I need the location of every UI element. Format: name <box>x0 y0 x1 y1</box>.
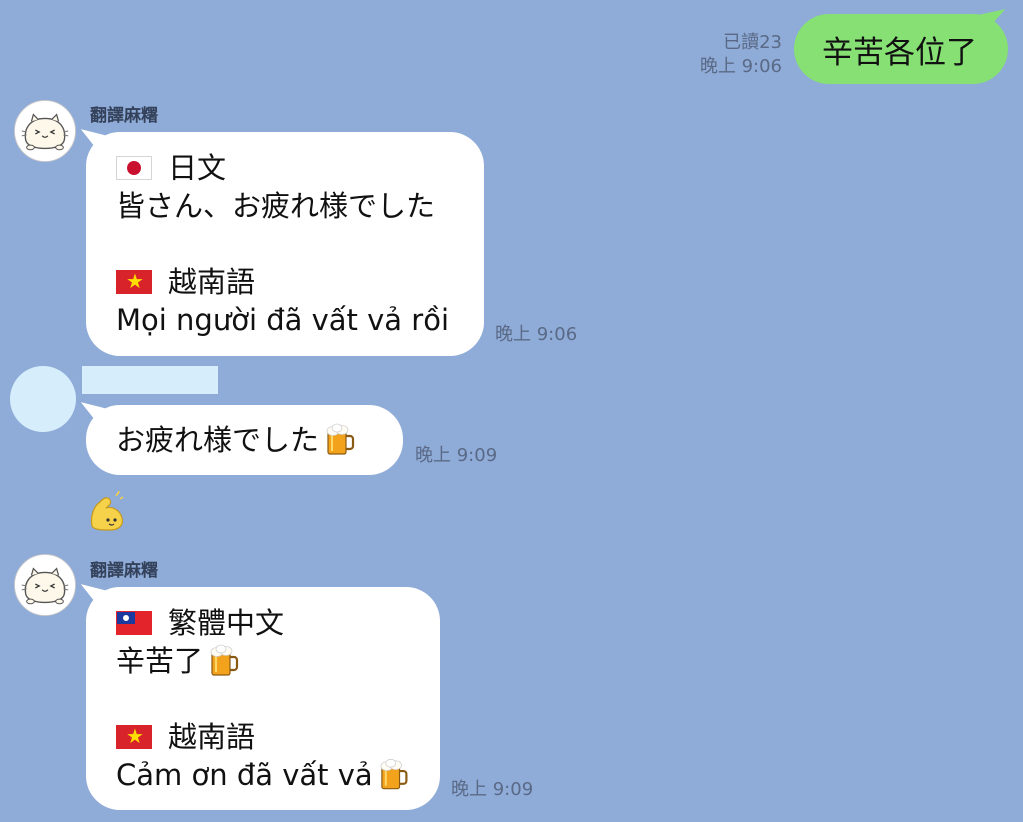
outgoing-message-time: 晚上 9:06 <box>699 56 782 77</box>
translated-text: 辛苦了 <box>116 644 204 678</box>
sender-name-redacted <box>82 366 218 394</box>
taiwan-flag-icon <box>116 611 152 635</box>
read-receipt: 已讀23 <box>723 32 782 53</box>
flexing-biceps-sticker[interactable] <box>86 490 130 538</box>
translated-text: Mọi người đã vất vả rồi <box>116 303 450 337</box>
incoming-message-bubble[interactable]: お疲れ様でした <box>86 405 403 475</box>
vietnam-flag-icon <box>116 725 152 749</box>
translation-message-bubble[interactable]: 日文 皆さん、お疲れ様でした 越南語 Mọi người đã vất vả r… <box>86 132 484 356</box>
message-time: 晚上 9:06 <box>495 324 578 345</box>
beer-mug-icon <box>207 644 241 678</box>
avatar-hidden-user[interactable] <box>10 366 76 432</box>
translation-text-line: Mọi người đã vất vả rồi <box>116 301 454 339</box>
language-label: 繁體中文 <box>168 606 285 640</box>
vietnam-flag-icon <box>116 270 152 294</box>
beer-mug-icon <box>377 758 410 792</box>
translated-text: 皆さん、お疲れ様でした <box>116 189 436 223</box>
message-time: 晚上 9:09 <box>415 445 498 466</box>
outgoing-message-bubble[interactable]: 辛苦各位了 <box>794 14 1008 84</box>
sender-name: 翻譯麻糬 <box>90 106 158 126</box>
sender-name: 翻譯麻糬 <box>90 561 158 581</box>
outgoing-message-meta: 已讀23 晚上 9:06 <box>680 31 782 79</box>
mochi-cat-icon <box>15 555 75 615</box>
translation-language-line: 越南語 <box>116 263 454 301</box>
translated-text: Cảm ơn đã vất vả <box>116 758 373 792</box>
message-time: 晚上 9:09 <box>451 779 534 800</box>
beer-mug-icon <box>323 423 357 457</box>
language-label: 日文 <box>168 151 227 185</box>
translation-message-bubble[interactable]: 繁體中文 辛苦了 越南語 Cảm ơn đã vất vả <box>86 587 440 810</box>
translation-language-line: 越南語 <box>116 718 410 756</box>
message-text: お疲れ様でした <box>116 423 320 457</box>
outgoing-message-text: 辛苦各位了 <box>822 34 977 71</box>
translation-language-line: 日文 <box>116 149 454 187</box>
language-label: 越南語 <box>168 720 256 754</box>
translation-language-line: 繁體中文 <box>116 604 410 642</box>
language-label: 越南語 <box>168 265 256 299</box>
translation-text-line: 皆さん、お疲れ様でした <box>116 187 454 225</box>
translation-text-line: 辛苦了 <box>116 642 410 680</box>
avatar-translator-bot[interactable] <box>14 100 76 162</box>
translation-text-line: Cảm ơn đã vất vả <box>116 756 410 794</box>
avatar-translator-bot[interactable] <box>14 554 76 616</box>
mochi-cat-icon <box>15 101 75 161</box>
japan-flag-icon <box>116 156 152 180</box>
flexing-arm-icon <box>90 490 124 531</box>
